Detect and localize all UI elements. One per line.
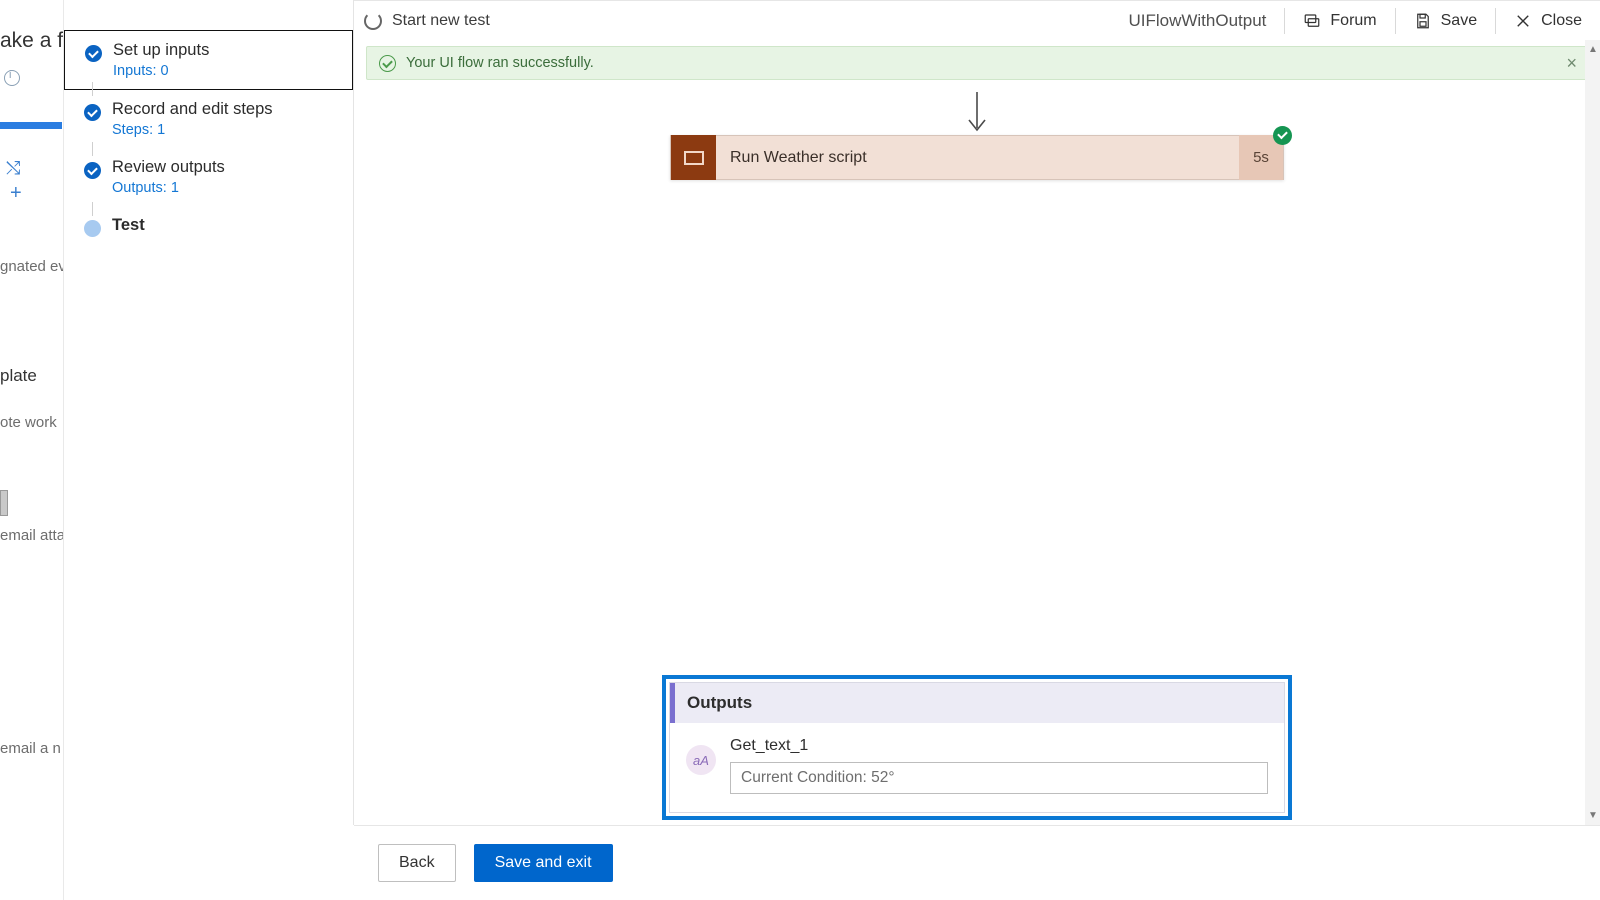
action-card-duration: 5s — [1239, 135, 1283, 180]
script-icon — [671, 135, 716, 180]
save-and-exit-label: Save and exit — [495, 854, 592, 872]
step-current-icon — [84, 220, 101, 237]
forum-label: Forum — [1330, 12, 1376, 30]
step-setup-inputs[interactable]: Set up inputs Inputs: 0 — [64, 30, 353, 90]
step-test[interactable]: Test — [64, 206, 353, 245]
step-subtitle: Steps: 1 — [112, 122, 339, 138]
step-subtitle: Outputs: 1 — [112, 180, 339, 196]
route-icon: ⤭ — [6, 158, 20, 179]
back-label: Back — [399, 854, 435, 872]
action-card-run-weather[interactable]: Run Weather script 5s — [670, 135, 1284, 180]
flow-arrow-icon — [964, 92, 990, 141]
bg-frag: ote work — [0, 414, 57, 431]
step-title: Record and edit steps — [112, 100, 339, 119]
close-icon — [1514, 12, 1532, 30]
step-record-edit[interactable]: Record and edit steps Steps: 1 — [64, 90, 353, 148]
steps-sidebar: Set up inputs Inputs: 0 Record and edit … — [64, 0, 354, 825]
banner-close-button[interactable]: × — [1566, 53, 1577, 74]
step-subtitle: Inputs: 0 — [113, 63, 338, 79]
bg-frag: plate — [0, 366, 37, 386]
canvas: Your UI flow ran successfully. × Run Wea… — [354, 40, 1600, 825]
action-card-title: Run Weather script — [716, 136, 1239, 179]
bg-frag: email a n — [0, 740, 61, 757]
background-panel: ake a fl ⤭ + gnated even plate ote work … — [0, 0, 64, 900]
step-review-outputs[interactable]: Review outputs Outputs: 1 — [64, 148, 353, 206]
bg-frag: email attac — [0, 527, 73, 544]
save-label: Save — [1441, 12, 1477, 30]
output-name: Get_text_1 — [730, 737, 1268, 755]
text-output-icon: aA — [686, 745, 716, 775]
bg-thumb — [0, 490, 8, 516]
step-title: Review outputs — [112, 158, 339, 177]
output-value-field[interactable] — [730, 762, 1268, 794]
footer: Back Save and exit — [354, 825, 1600, 900]
info-icon — [4, 70, 20, 86]
close-label: Close — [1541, 12, 1582, 30]
step-done-icon — [84, 162, 101, 179]
forum-icon — [1303, 12, 1321, 30]
output-row: aA Get_text_1 — [670, 723, 1284, 812]
step-title: Set up inputs — [113, 41, 338, 60]
step-done-icon — [85, 45, 102, 62]
bg-heading: ake a fl — [0, 29, 68, 53]
success-icon — [379, 55, 396, 72]
flow-name: UIFlowWithOutput — [1110, 11, 1284, 31]
step-done-icon — [84, 104, 101, 121]
close-button[interactable]: Close — [1496, 1, 1600, 40]
save-button[interactable]: Save — [1396, 1, 1495, 40]
success-badge-icon — [1273, 126, 1292, 145]
save-icon — [1414, 12, 1432, 30]
back-button[interactable]: Back — [378, 844, 456, 882]
start-new-test-label: Start new test — [392, 12, 490, 30]
banner-message: Your UI flow ran successfully. — [406, 55, 594, 71]
outputs-heading: Outputs — [670, 683, 1284, 723]
step-title: Test — [112, 216, 339, 235]
bg-accent-bar — [0, 122, 62, 129]
save-and-exit-button[interactable]: Save and exit — [474, 844, 613, 882]
outputs-panel: Outputs aA Get_text_1 — [662, 675, 1292, 820]
scrollbar[interactable]: ▲ ▼ — [1585, 40, 1600, 825]
refresh-icon — [364, 12, 382, 30]
plus-icon: + — [10, 182, 22, 205]
forum-button[interactable]: Forum — [1285, 1, 1394, 40]
success-banner: Your UI flow ran successfully. × — [366, 46, 1588, 80]
